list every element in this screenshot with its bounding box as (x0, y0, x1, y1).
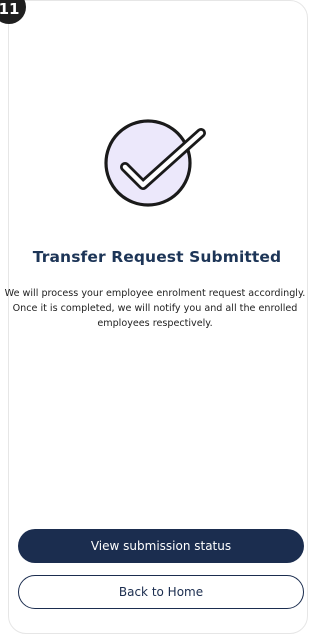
success-title: Transfer Request Submitted (32, 248, 282, 266)
checkmark-circle-icon (98, 113, 210, 213)
success-description: We will process your employee enrolment … (4, 288, 306, 329)
back-to-home-button[interactable]: Back to Home (18, 575, 304, 609)
view-submission-status-button[interactable]: View submission status (18, 529, 304, 563)
